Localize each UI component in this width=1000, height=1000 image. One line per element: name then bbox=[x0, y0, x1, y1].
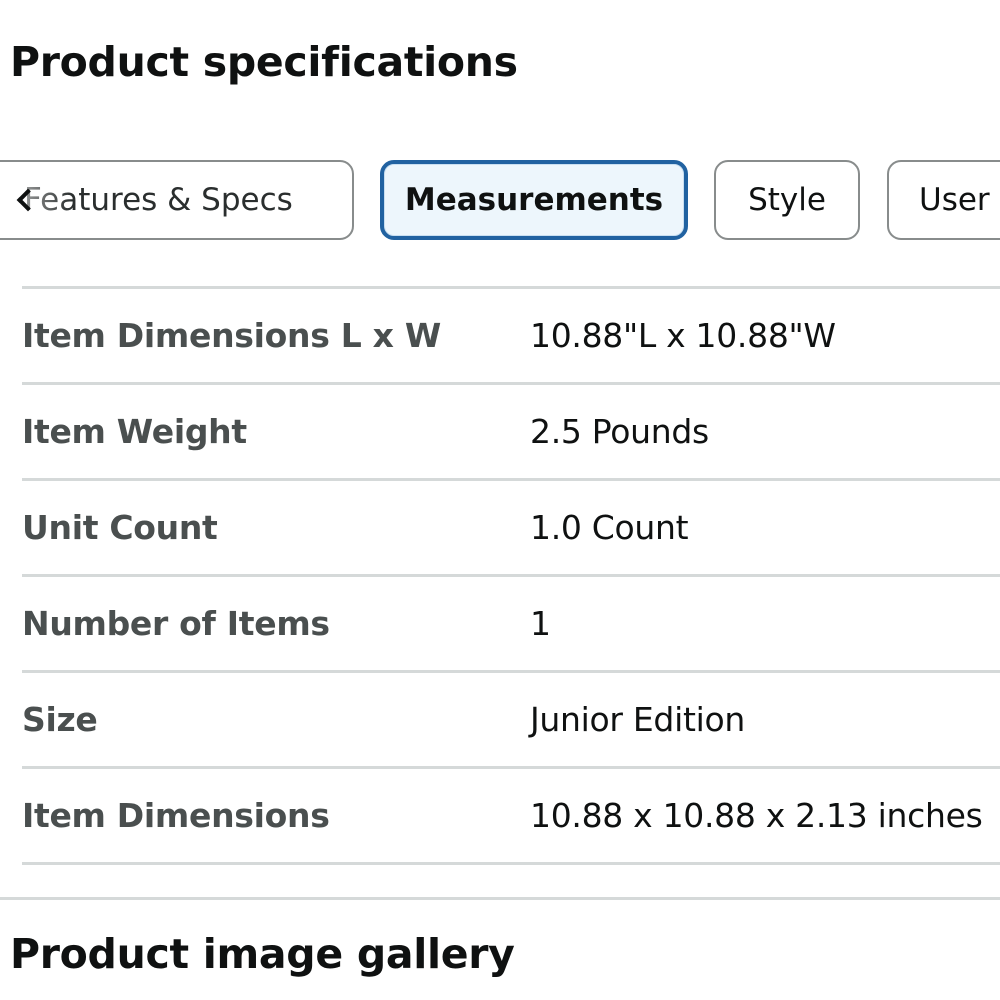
table-row: Unit Count 1.0 Count bbox=[22, 481, 1000, 577]
table-row: Number of Items 1 bbox=[22, 577, 1000, 673]
tab-user[interactable]: User bbox=[887, 160, 1000, 240]
spec-label: Item Dimensions bbox=[22, 796, 330, 835]
tab-label: Measurements bbox=[404, 182, 664, 218]
spec-value: 1 bbox=[530, 604, 551, 643]
tab-label: Features & Specs bbox=[24, 182, 293, 218]
table-row: Size Junior Edition bbox=[22, 673, 1000, 769]
tab-measurements[interactable]: Measurements bbox=[380, 160, 688, 240]
tab-features-specs[interactable]: Features & Specs bbox=[0, 160, 354, 240]
spec-table: Item Dimensions L x W 10.88"L x 10.88"W … bbox=[22, 286, 1000, 865]
tab-label: Style bbox=[748, 182, 826, 218]
product-spec-page: Product specifications Features & Specs … bbox=[0, 0, 1000, 1000]
product-specifications-heading: Product specifications bbox=[10, 38, 518, 86]
spec-value: Junior Edition bbox=[530, 700, 745, 739]
table-row: Item Weight 2.5 Pounds bbox=[22, 385, 1000, 481]
product-image-gallery-heading: Product image gallery bbox=[10, 930, 515, 978]
spec-label: Size bbox=[22, 700, 98, 739]
spec-value: 2.5 Pounds bbox=[530, 412, 709, 451]
spec-label: Item Dimensions L x W bbox=[22, 316, 441, 355]
tab-style[interactable]: Style bbox=[714, 160, 860, 240]
tab-label: User bbox=[919, 182, 990, 218]
spec-label: Number of Items bbox=[22, 604, 330, 643]
spec-value: 1.0 Count bbox=[530, 508, 689, 547]
spec-label: Item Weight bbox=[22, 412, 247, 451]
spec-value: 10.88"L x 10.88"W bbox=[530, 316, 836, 355]
spec-value: 10.88 x 10.88 x 2.13 inches bbox=[530, 796, 983, 835]
spec-label: Unit Count bbox=[22, 508, 218, 547]
spec-tabs: Features & Specs Measurements Style User bbox=[0, 160, 1000, 244]
table-row: Item Dimensions L x W 10.88"L x 10.88"W bbox=[22, 289, 1000, 385]
table-row: Item Dimensions 10.88 x 10.88 x 2.13 inc… bbox=[22, 769, 1000, 865]
section-divider bbox=[0, 897, 1000, 900]
